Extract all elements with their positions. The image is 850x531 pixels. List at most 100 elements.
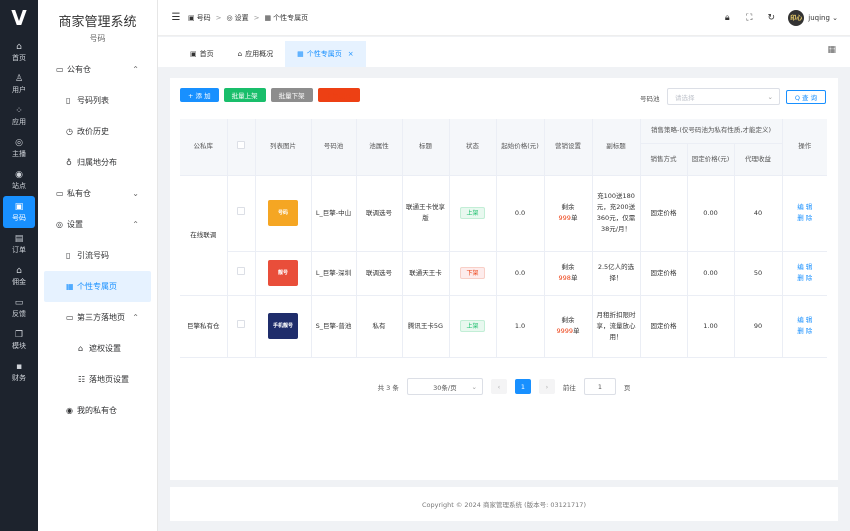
delete-link[interactable]: 删 除 (785, 326, 826, 337)
delete-link[interactable]: 删 除 (785, 273, 826, 284)
goto-page-input[interactable]: 1 (583, 378, 616, 395)
submenu-item-label: 第三方落地页 (77, 313, 125, 322)
ops-cell: 编 辑删 除 (781, 295, 828, 358)
tab-personal-page[interactable]: ▦ 个性专属页 × (285, 41, 366, 67)
list-image[interactable]: 手机靓号 (268, 313, 298, 339)
home-icon: ⌂ (237, 50, 243, 58)
submenu-item[interactable]: ◷ 改价历史 (38, 116, 157, 147)
col-image: 列表图片 (254, 119, 311, 176)
submenu-item[interactable]: ▦ 个性专属页 (44, 271, 151, 302)
col-fixed-price: 固定价格(元) (686, 143, 734, 176)
row-checkbox[interactable] (226, 251, 255, 296)
brand-logo[interactable]: V (0, 0, 38, 36)
fullscreen-icon[interactable]: ⛶ (738, 13, 760, 23)
page-number[interactable]: 1 (514, 379, 531, 394)
sale-mode-cell: 固定价格 (639, 295, 687, 358)
status-cell: 上架 (448, 295, 496, 358)
menu-icon: ⌂ (78, 344, 84, 353)
rail-item[interactable]: ♙ 用户 (0, 68, 38, 100)
pool-select[interactable]: 请选择 ⌄ (667, 88, 780, 105)
collapse-menu-icon[interactable]: ☰ (164, 12, 188, 23)
settings-icon: ◎ (226, 13, 233, 22)
search-button[interactable]: Q 查 询 (786, 90, 826, 104)
rail-item[interactable]: ❐ 模块 (0, 324, 38, 356)
col-pool: 号码池 (310, 119, 356, 176)
add-button[interactable]: + 添 加 (180, 88, 219, 102)
prev-page-button[interactable]: ‹ (490, 379, 507, 394)
rail-item-label: 反馈 (12, 309, 26, 318)
submenu-item-label: 私有仓 (67, 189, 91, 198)
rail-item[interactable]: ◎ 主播 (0, 132, 38, 164)
delete-link[interactable]: 删 除 (785, 213, 826, 224)
marketing-cell: 剩余 998单 (543, 251, 592, 296)
submenu-item[interactable]: ▭ 第三方落地页 ⌃ (38, 302, 157, 333)
rail-item[interactable]: ▪ 财务 (0, 356, 38, 388)
refresh-icon[interactable]: ↻ (760, 13, 782, 23)
section-title: 号码 (89, 34, 106, 43)
close-icon[interactable]: × (348, 50, 354, 58)
list-image[interactable]: 靓号 (268, 260, 298, 286)
batch-delete-button[interactable]: 批量删除 (317, 88, 360, 102)
fixed-price-cell: 0.00 (686, 251, 734, 296)
tab-home[interactable]: ▣ 首页 (178, 41, 226, 67)
rail-item[interactable]: ⌂ 佣金 (0, 260, 38, 292)
lock-icon[interactable]: 🔒︎ (716, 13, 738, 23)
submenu-panel: 商家管理系统 号码 ▭ 公有仓 ⌃ ▯ 号码列表 ◷ 改价历史 ♁ 归属地分布 ▭ 私有仓 ⌄ ◎ 设置 ⌃… (38, 0, 158, 531)
breadcrumb-item[interactable]: 号码 (197, 13, 211, 23)
page-size-select[interactable]: 30条/页 ⌄ (406, 378, 483, 395)
list-image[interactable]: 号码 (268, 200, 298, 226)
table-row: 靓号 L_巨擎-深圳 联调选号 联通天王卡 下架 0.0 剩余 998单 2.5亿人的选择！ 固定… (180, 251, 828, 296)
edit-link[interactable]: 编 辑 (785, 315, 826, 326)
breadcrumb-separator: > (253, 13, 260, 22)
submenu-item[interactable]: ▭ 私有仓 ⌄ (38, 178, 157, 209)
menu-icon: ▦ (66, 282, 74, 291)
batch-down-button[interactable]: 批量下架 (270, 88, 313, 102)
submenu-item[interactable]: ♁ 归属地分布 (38, 147, 157, 178)
col-start-price: 起始价格(元) (495, 119, 544, 176)
tab-menu-icon[interactable]: ▦ (827, 45, 836, 55)
edit-link[interactable]: 编 辑 (785, 202, 826, 213)
subtitle-cell: 充100送180元，充200送360元，仅需38元/月！ (591, 175, 640, 252)
breadcrumb-item[interactable]: 设置 (235, 13, 249, 23)
row-checkbox[interactable] (226, 295, 255, 358)
row-checkbox[interactable] (226, 175, 255, 252)
col-marketing: 营销设置 (543, 119, 592, 176)
menu-icon: ▭ (66, 313, 74, 322)
next-page-button[interactable]: › (538, 379, 555, 394)
tab-label: 首页 (199, 50, 214, 58)
content-card: + 添 加 批量上架 批量下架 批量删除 号码池 请选择 ⌄ Q 查 询 公私库… (170, 78, 838, 480)
commission-icon: ⌂ (16, 265, 22, 276)
submenu-item-label: 引流号码 (77, 251, 109, 260)
submenu-item-label: 个性专属页 (77, 282, 117, 291)
tab-app-overview[interactable]: ⌂ 应用概况 (226, 41, 285, 67)
col-status: 状态 (448, 119, 496, 176)
rail-item[interactable]: ▤ 订单 (0, 228, 38, 260)
phone-icon: ▣ (190, 50, 197, 58)
chevron-down-icon[interactable]: ⌄ (830, 14, 838, 22)
rail-item[interactable]: ▭ 反馈 (0, 292, 38, 324)
rail-item-label: 号码 (12, 213, 26, 222)
menu-icon: ◉ (66, 406, 73, 415)
agent-income-cell: 50 (733, 251, 783, 296)
submenu-item[interactable]: ◎ 设置 ⌃ (38, 209, 157, 240)
rail-item[interactable]: ⁘ 应用 (0, 100, 38, 132)
breadcrumb: ▣ 号码 > ◎ 设置 > ▦ 个性专属页 (188, 13, 308, 23)
rail-item[interactable]: ⌂ 首页 (0, 36, 38, 68)
rail-item[interactable]: ◉ 站点 (0, 164, 38, 196)
submenu-item[interactable]: ▭ 公有仓 ⌃ (38, 54, 157, 85)
select-all-checkbox[interactable] (226, 119, 255, 176)
submenu-item[interactable]: ◉ 我的私有仓 (38, 395, 157, 426)
site-icon: ◉ (15, 169, 23, 180)
avatar[interactable]: 印心 (788, 9, 805, 26)
batch-up-button[interactable]: 批量上架 (223, 88, 266, 102)
submenu-item[interactable]: ☷ 落地页设置 (38, 364, 157, 395)
remain-label: 剩余 (561, 203, 575, 211)
rail-item[interactable]: ▣ 号码 (3, 196, 35, 228)
submenu-item[interactable]: ▯ 号码列表 (38, 85, 157, 116)
image-cell: 靓号 (254, 251, 311, 296)
username[interactable]: juqing (808, 14, 830, 22)
edit-link[interactable]: 编 辑 (785, 262, 826, 273)
submenu-item[interactable]: ▯ 引流号码 (38, 240, 157, 271)
subtitle-cell: 月租折扣限时享，流量放心用！ (591, 295, 640, 358)
submenu-item[interactable]: ⌂ 遮权设置 (38, 333, 157, 364)
